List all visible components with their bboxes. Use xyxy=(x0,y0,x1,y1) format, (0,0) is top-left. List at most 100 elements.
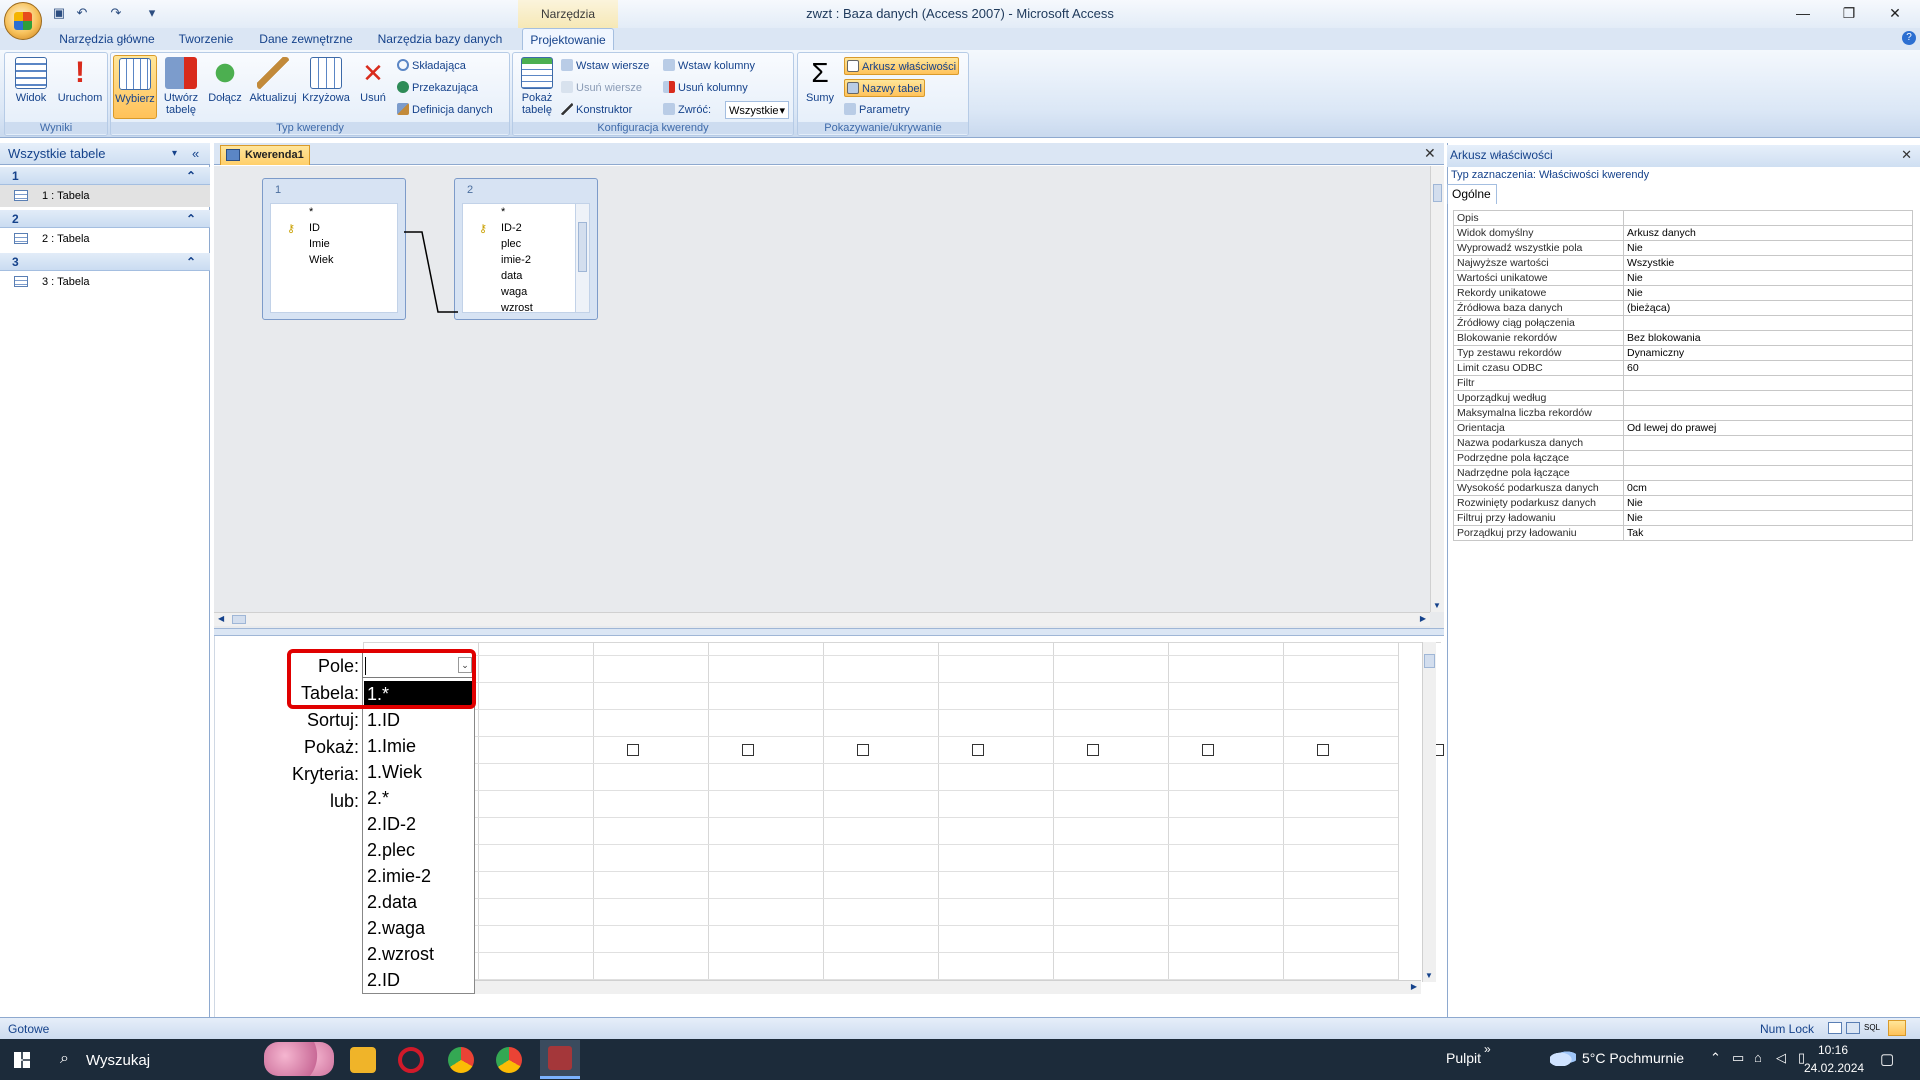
access-taskbar-button[interactable] xyxy=(540,1040,580,1078)
tab-ogolne[interactable]: Ogólne xyxy=(1447,184,1497,204)
restore-button[interactable]: ❐ xyxy=(1826,0,1872,26)
dolacz-button[interactable]: Dołącz xyxy=(203,55,247,119)
qat-customize-icon[interactable]: ▾ xyxy=(143,4,161,22)
dropdown-item[interactable]: 2.wzrost xyxy=(367,941,434,967)
collapse-icon[interactable]: ⌃ xyxy=(186,167,196,185)
chrome-profile-icon[interactable] xyxy=(496,1047,522,1073)
show-checkbox[interactable] xyxy=(1087,744,1099,756)
usun-wiersze-button[interactable]: Usuń wiersze xyxy=(561,79,642,97)
field-item[interactable]: data xyxy=(501,270,522,282)
skladajaca-button[interactable]: Składająca xyxy=(397,57,466,75)
property-value[interactable]: Wszystkie xyxy=(1623,255,1913,271)
field-list-table-1[interactable]: 1 * ⚷ ID Imie Wiek xyxy=(262,178,406,320)
save-icon[interactable]: ▣ xyxy=(50,4,68,22)
grid-vertical-scrollbar[interactable]: ▼ xyxy=(1422,642,1436,982)
shutter-bar-close-icon[interactable]: « xyxy=(192,143,199,165)
property-row[interactable]: Wysokość podarkusza danych 0cm xyxy=(1453,480,1913,496)
field-item[interactable]: wzrost xyxy=(501,302,533,312)
scroll-left-icon[interactable]: ◀ xyxy=(218,614,224,623)
nav-group-1[interactable]: 1 ⌃ xyxy=(0,167,210,185)
zwroc-select[interactable]: Wszystkie ▾ xyxy=(725,101,789,119)
show-checkbox[interactable] xyxy=(1202,744,1214,756)
property-row[interactable]: Wyprowadź wszystkie pola Nie xyxy=(1453,240,1913,256)
field-list-table-2[interactable]: 2 * ⚷ ID-2 plec imie-2 data waga wzrost xyxy=(454,178,598,320)
parametry-button[interactable]: Parametry xyxy=(844,101,910,119)
chrome-icon[interactable] xyxy=(448,1047,474,1073)
property-row[interactable]: Typ zestawu rekordów Dynamiczny xyxy=(1453,345,1913,361)
property-value[interactable] xyxy=(1623,405,1913,421)
dropdown-item[interactable]: 1.Wiek xyxy=(367,759,422,785)
show-checkbox[interactable] xyxy=(1317,744,1329,756)
dropdown-item[interactable]: 1.ID xyxy=(367,707,400,733)
grid-horizontal-scrollbar[interactable]: ▶ xyxy=(475,980,1421,994)
uruchom-button[interactable]: ! Uruchom xyxy=(55,55,105,119)
wifi-icon[interactable]: ⌂ xyxy=(1754,1050,1762,1065)
krzyzowa-button[interactable]: Krzyżowa xyxy=(301,55,351,119)
property-value[interactable]: 60 xyxy=(1623,360,1913,376)
property-row[interactable]: Opis xyxy=(1453,210,1913,226)
close-property-sheet-icon[interactable]: ✕ xyxy=(1901,145,1912,165)
dropdown-item[interactable]: 2.waga xyxy=(367,915,425,941)
collapse-icon[interactable]: ⌃ xyxy=(186,253,196,271)
usun-button[interactable]: ✕ Usuń xyxy=(353,55,393,119)
property-value[interactable] xyxy=(1623,390,1913,406)
grid-cells[interactable] xyxy=(363,642,1444,990)
property-value[interactable] xyxy=(1623,375,1913,391)
field-item[interactable]: * xyxy=(501,206,505,218)
property-value[interactable]: Od lewej do prawej xyxy=(1623,420,1913,436)
clock-date[interactable]: 24.02.2024 xyxy=(1804,1061,1864,1075)
property-row[interactable]: Blokowanie rekordów Bez blokowania xyxy=(1453,330,1913,346)
scroll-down-icon[interactable]: ▼ xyxy=(1433,601,1441,610)
tab-narzedzia-bazy-danych[interactable]: Narzędzia bazy danych xyxy=(372,28,508,50)
design-view-icon[interactable] xyxy=(1888,1020,1906,1036)
pane-splitter[interactable] xyxy=(214,628,1444,636)
toolbar-expand-icon[interactable]: » xyxy=(1484,1042,1491,1056)
nav-dropdown-icon[interactable]: ▾ xyxy=(172,143,177,165)
field-list-scrollbar[interactable] xyxy=(575,204,589,312)
nav-group-3[interactable]: 3 ⌃ xyxy=(0,253,210,271)
field-item[interactable]: waga xyxy=(501,286,527,298)
close-document-icon[interactable]: ✕ xyxy=(1424,145,1436,162)
property-row[interactable]: Widok domyślny Arkusz danych xyxy=(1453,225,1913,241)
nav-item-tabela-1[interactable]: 1 : Tabela xyxy=(0,185,210,207)
definicja-danych-button[interactable]: Definicja danych xyxy=(397,101,493,119)
property-row[interactable]: Rozwinięty podarkusz danych Nie xyxy=(1453,495,1913,511)
tab-dane-zewnetrzne[interactable]: Dane zewnętrzne xyxy=(254,28,358,50)
show-checkbox[interactable] xyxy=(857,744,869,756)
property-value[interactable]: Bez blokowania xyxy=(1623,330,1913,346)
property-row[interactable]: Najwyższe wartości Wszystkie xyxy=(1453,255,1913,271)
field-item[interactable]: Wiek xyxy=(309,254,333,266)
nav-item-tabela-3[interactable]: 3 : Tabela xyxy=(0,271,210,293)
wybierz-button[interactable]: Wybierz xyxy=(113,55,157,119)
redo-icon[interactable]: ↷ xyxy=(107,4,125,22)
close-button[interactable]: ✕ xyxy=(1872,0,1918,26)
show-checkbox[interactable] xyxy=(627,744,639,756)
tab-tworzenie[interactable]: Tworzenie xyxy=(170,28,242,50)
property-row[interactable]: Nazwa podarkusza danych xyxy=(1453,435,1913,451)
dropdown-item[interactable]: 2.ID xyxy=(367,967,400,993)
nav-item-tabela-2[interactable]: 2 : Tabela xyxy=(0,228,210,250)
field-item[interactable]: * xyxy=(309,206,313,218)
pivot-view-icon[interactable] xyxy=(1846,1022,1860,1034)
przekazujaca-button[interactable]: Przekazująca xyxy=(397,79,478,97)
arkusz-wlasciwosci-button[interactable]: Arkusz właściwości xyxy=(844,57,960,75)
field-dropdown-list[interactable]: 1.ID 1.Imie 1.Wiek 2.* 2.ID-2 2.plec 2.i… xyxy=(362,676,475,994)
property-row[interactable]: Filtruj przy ładowaniu Nie xyxy=(1453,510,1913,526)
property-value[interactable] xyxy=(1623,435,1913,451)
wstaw-kolumny-button[interactable]: Wstaw kolumny xyxy=(663,57,755,75)
notification-icon[interactable]: ▢ xyxy=(1880,1050,1894,1068)
property-value[interactable]: 0cm xyxy=(1623,480,1913,496)
help-icon[interactable]: ? xyxy=(1902,31,1916,45)
nav-group-2[interactable]: 2 ⌃ xyxy=(0,210,210,228)
property-value[interactable] xyxy=(1623,315,1913,331)
weather-text[interactable]: 5°C Pochmurnie xyxy=(1582,1050,1684,1066)
scroll-down-icon[interactable]: ▼ xyxy=(1425,971,1433,980)
property-row[interactable]: Nadrzędne pola łączące xyxy=(1453,465,1913,481)
property-row[interactable]: Maksymalna liczba rekordów xyxy=(1453,405,1913,421)
nazwy-tabel-button[interactable]: Nazwy tabel xyxy=(844,79,925,97)
office-button[interactable] xyxy=(4,2,42,40)
property-row[interactable]: Rekordy unikatowe Nie xyxy=(1453,285,1913,301)
undo-icon[interactable]: ↶ xyxy=(73,4,91,22)
field-item[interactable]: imie-2 xyxy=(501,254,531,266)
scroll-right-icon[interactable]: ▶ xyxy=(1420,614,1426,623)
